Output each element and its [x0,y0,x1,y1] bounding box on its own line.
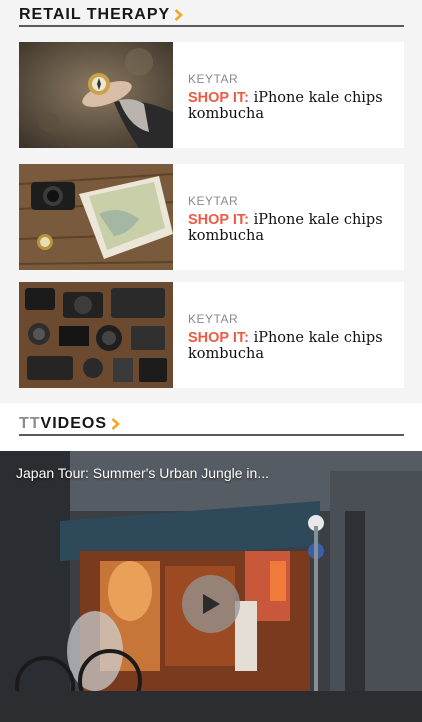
retail-card[interactable]: KEYTAR SHOP IT: iPhone kale chips kombuc… [19,282,404,388]
tt-videos-heading[interactable]: TT VIDEOS [19,415,404,436]
shop-it-label: SHOP IT: [188,212,249,228]
featured-video[interactable]: Japan Tour: Summer's Urban Jungle in... [0,451,422,722]
chevron-right-icon [174,9,184,21]
card-category: KEYTAR [188,312,239,326]
shop-it-label: SHOP IT: [188,90,249,106]
tt-videos-prefix: TT [19,415,41,432]
retail-card[interactable]: KEYTAR SHOP IT: iPhone kale chips kombuc… [19,164,404,270]
play-icon[interactable] [182,575,240,633]
retail-card[interactable]: KEYTAR SHOP IT: iPhone kale chips kombuc… [19,42,404,148]
shop-it-label: SHOP IT: [188,330,249,346]
chevron-right-icon [111,418,120,430]
card-title[interactable]: SHOP IT: iPhone kale chips kombucha [188,90,404,122]
card-title[interactable]: SHOP IT: iPhone kale chips kombucha [188,330,404,362]
retail-therapy-heading[interactable]: RETAIL THERAPY [19,6,404,27]
card-category: KEYTAR [188,72,239,86]
card-category: KEYTAR [188,194,239,208]
card-title[interactable]: SHOP IT: iPhone kale chips kombucha [188,212,404,244]
video-title[interactable]: Japan Tour: Summer's Urban Jungle in... [16,465,269,481]
retail-therapy-title: RETAIL THERAPY [19,6,171,23]
camera-gear-flatlay-image [19,282,173,388]
hand-holding-compass-image [19,42,173,148]
tt-videos-title: VIDEOS [40,415,108,432]
camera-map-compass-image [19,164,173,270]
